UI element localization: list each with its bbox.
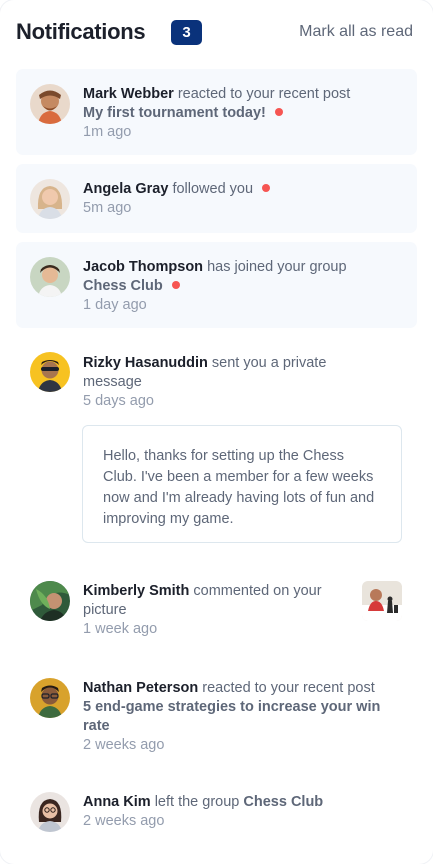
notification-time: 1 week ago xyxy=(83,621,158,637)
notification-user-name[interactable]: Nathan Peterson xyxy=(83,680,198,696)
notification-text: Angela Gray followed you 5m ago xyxy=(83,180,403,218)
chess-picture-thumbnail[interactable] xyxy=(362,581,402,621)
notification-user-name[interactable]: Rizky Hasanuddin xyxy=(83,355,208,371)
page-title: Notifications xyxy=(16,19,146,44)
avatar-jacob-thompson[interactable] xyxy=(30,257,70,297)
notification-time: 1 day ago xyxy=(83,297,147,313)
unread-count-badge: 3 xyxy=(171,20,202,45)
notification-time: 5m ago xyxy=(83,200,132,216)
notification-action: left the group xyxy=(154,794,240,810)
notifications-panel: Notifications 3 Mark all as read Mark We… xyxy=(0,0,433,864)
notification-action: followed you xyxy=(172,181,254,197)
notification-item[interactable]: Kimberly Smith commented on your picture… xyxy=(16,565,417,653)
avatar-mark-webber[interactable] xyxy=(30,84,70,124)
notification-post-link[interactable]: My first tournament today! xyxy=(83,105,266,121)
notification-user-name[interactable]: Kimberly Smith xyxy=(83,583,189,599)
notification-group-link[interactable]: Chess Club xyxy=(243,794,323,810)
mark-all-as-read-button[interactable]: Mark all as read xyxy=(299,21,413,43)
notification-text: Rizky Hasanuddin sent you a private mess… xyxy=(83,354,373,411)
notification-text: Anna Kim left the group Chess Club 2 wee… xyxy=(83,793,403,831)
notification-group-link[interactable]: Chess Club xyxy=(83,278,163,294)
notification-item[interactable]: Angela Gray followed you 5m ago xyxy=(16,164,417,233)
avatar-kimberly-smith[interactable] xyxy=(30,581,70,621)
avatar-angela-gray[interactable] xyxy=(30,179,70,219)
notification-text: Kimberly Smith commented on your picture… xyxy=(83,582,353,639)
unread-indicator-dot xyxy=(171,281,180,289)
notification-user-name[interactable]: Jacob Thompson xyxy=(83,259,203,275)
notification-item[interactable]: Anna Kim left the group Chess Club 2 wee… xyxy=(16,778,417,848)
avatar-rizky-hasanuddin[interactable] xyxy=(30,352,70,392)
notification-time: 1m ago xyxy=(83,124,132,140)
unread-indicator-dot xyxy=(274,108,283,116)
notification-text: Nathan Peterson reacted to your recent p… xyxy=(83,679,383,755)
unread-indicator-dot xyxy=(262,184,271,192)
private-message-preview[interactable]: Hello, thanks for setting up the Chess C… xyxy=(82,425,402,543)
notification-user-name[interactable]: Mark Webber xyxy=(83,86,174,102)
notification-action: reacted to your recent post xyxy=(202,680,375,696)
notifications-header: Notifications 3 Mark all as read xyxy=(16,18,413,48)
notification-action: reacted to your recent post xyxy=(177,86,351,102)
avatar-anna-kim[interactable] xyxy=(30,792,70,832)
notification-time: 2 weeks ago xyxy=(83,813,165,829)
notification-item[interactable]: Jacob Thompson has joined your group Che… xyxy=(16,242,417,328)
notification-text: Jacob Thompson has joined your group Che… xyxy=(83,258,403,315)
notification-item[interactable]: Rizky Hasanuddin sent you a private mess… xyxy=(16,338,417,556)
notification-action: has joined your group xyxy=(207,259,347,275)
notification-user-name[interactable]: Anna Kim xyxy=(83,794,151,810)
notification-time: 5 days ago xyxy=(83,393,154,409)
notification-text: Mark Webber reacted to your recent post … xyxy=(83,85,403,142)
notification-item[interactable]: Nathan Peterson reacted to your recent p… xyxy=(16,662,417,770)
notification-post-link[interactable]: 5 end-game strategies to increase your w… xyxy=(83,699,380,734)
notification-user-name[interactable]: Angela Gray xyxy=(83,181,168,197)
avatar-nathan-peterson[interactable] xyxy=(30,678,70,718)
notification-time: 2 weeks ago xyxy=(83,737,165,753)
notification-item[interactable]: Mark Webber reacted to your recent post … xyxy=(16,69,417,155)
